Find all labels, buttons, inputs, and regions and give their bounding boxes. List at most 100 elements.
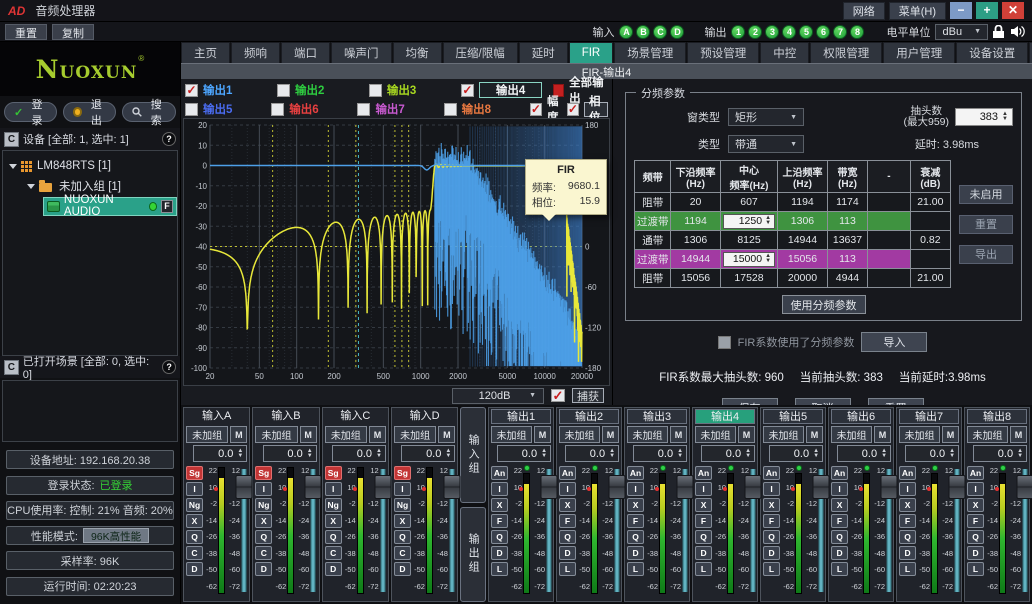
import-button[interactable]: 导入 [861,332,927,352]
tree-item-unit[interactable]: NUOXUN AUDIO F [3,196,177,216]
dsp-an-button[interactable]: An [899,466,916,480]
search-button[interactable]: 搜索 [122,102,176,122]
dsp-an-button[interactable]: An [967,466,984,480]
group-button[interactable]: 未加组 [186,426,228,443]
dsp-l-button[interactable]: L [695,562,712,576]
dsp-d-button[interactable]: D [491,546,508,560]
dsp-i-button[interactable]: I [899,482,916,496]
dsp-x-button[interactable]: X [831,498,848,512]
channel-select-button[interactable]: 输出7 [899,409,959,424]
checkbox[interactable] [444,103,457,116]
dsp-i-button[interactable]: I [831,482,848,496]
dsp-l-button[interactable]: L [763,562,780,576]
channel-select-button[interactable]: 输出5 [763,409,823,424]
side-button-重置[interactable]: 重置 [959,215,1013,234]
tab-中控[interactable]: 中控 [760,42,809,63]
dsp-x-button[interactable]: X [186,514,203,528]
group-button[interactable]: 未加组 [627,426,668,443]
dsp-q-button[interactable]: Q [967,530,984,544]
dsp-x-button[interactable]: X [899,498,916,512]
mute-button[interactable]: M [369,426,386,443]
dsp-d-button[interactable]: D [325,562,342,576]
dsp-f-button[interactable]: F [695,514,712,528]
dsp-d-button[interactable]: D [967,546,984,560]
dsp-l-button[interactable]: L [627,562,644,576]
expander-icon[interactable] [9,164,17,169]
gain-spinner[interactable]: 0.0▲▼ [263,445,317,462]
dsp-l-button[interactable]: L [831,562,848,576]
fir-response-chart[interactable]: 2050100200500100020005000100002000020100… [183,118,610,386]
network-button[interactable]: 网络 [843,2,885,20]
dsp-q-button[interactable]: Q [255,530,272,544]
tab-频响[interactable]: 频响 [231,42,280,63]
dsp-c-button[interactable]: C [186,546,203,560]
group-button[interactable]: 未加组 [967,426,1008,443]
mute-button[interactable]: M [1010,426,1027,443]
dsp-q-button[interactable]: Q [899,530,916,544]
dsp-i-button[interactable]: I [559,482,576,496]
tab-延时[interactable]: 延时 [519,42,568,63]
fader-handle[interactable] [676,475,693,499]
dsp-q-button[interactable]: Q [695,530,712,544]
level-unit-select[interactable]: dBu ▼ [935,24,988,40]
menu-button[interactable]: 菜单(H) [889,2,946,20]
dsp-q-button[interactable]: Q [763,530,780,544]
mute-button[interactable]: M [942,426,959,443]
tab-端口[interactable]: 端口 [281,42,330,63]
dsp-i-button[interactable]: I [695,482,712,496]
group-button[interactable]: 未加组 [559,426,600,443]
dsp-d-button[interactable]: D [763,546,780,560]
dsp-x-button[interactable]: X [627,498,644,512]
dsp-q-button[interactable]: Q [831,530,848,544]
mute-button[interactable]: M [534,426,551,443]
gain-spinner[interactable]: 0.0▲▼ [769,445,823,462]
dsp-an-button[interactable]: An [491,466,508,480]
dsp-i-button[interactable]: I [967,482,984,496]
dsp-ng-button[interactable]: Ng [255,498,272,512]
fader[interactable] [546,464,551,599]
copy-button[interactable]: 复制 [52,24,94,40]
fader[interactable] [954,464,959,599]
collapse-button[interactable]: C [4,132,19,147]
tab-用户管理[interactable]: 用户管理 [883,42,955,63]
taps-spinner[interactable]: 383 ▲▼ [955,108,1013,126]
checkbox[interactable]: ✓ [530,103,542,116]
fader[interactable] [818,464,823,599]
group-button[interactable]: 未加组 [899,426,940,443]
coef-checkbox[interactable] [718,336,731,349]
group-button[interactable]: 未加组 [325,426,367,443]
tab-主页[interactable]: 主页 [181,42,230,63]
minimize-button[interactable]: − [950,2,972,19]
dsp-f-button[interactable]: F [899,514,916,528]
reset-button[interactable]: 重置 [5,24,47,40]
dsp-d-button[interactable]: D [831,546,848,560]
dsp-x-button[interactable]: X [559,498,576,512]
collapse-button[interactable]: C [4,360,19,375]
fader-handle[interactable] [444,475,461,499]
dsp-an-button[interactable]: An [695,466,712,480]
gain-spinner[interactable]: 0.0▲▼ [565,445,619,462]
dsp-ng-button[interactable]: Ng [186,498,203,512]
fader-handle[interactable] [374,475,391,499]
dsp-i-button[interactable]: I [763,482,780,496]
fader[interactable] [886,464,891,599]
fader[interactable] [1022,464,1027,599]
dsp-i-button[interactable]: I [186,482,203,496]
dsp-q-button[interactable]: Q [491,530,508,544]
dsp-an-button[interactable]: An [763,466,780,480]
checkbox[interactable]: ✓ [567,103,579,116]
tree-item-device[interactable]: LM848RTS [1] [3,156,177,176]
fader-handle[interactable] [236,475,253,499]
dsp-ng-button[interactable]: Ng [394,498,411,512]
dsp-d-button[interactable]: D [255,562,272,576]
gain-spinner[interactable]: 0.0▲▼ [401,445,455,462]
group-button[interactable]: 未加组 [394,426,436,443]
gain-spinner[interactable]: 0.0▲▼ [973,445,1027,462]
checkbox[interactable] [357,103,370,116]
filter-type-select[interactable]: 带通 ▼ [728,135,804,153]
help-icon[interactable]: ? [162,132,176,146]
dsp-l-button[interactable]: L [559,562,576,576]
dsp-sg-button[interactable]: Sg [325,466,342,480]
speaker-icon[interactable] [1010,25,1025,38]
dsp-q-button[interactable]: Q [627,530,644,544]
